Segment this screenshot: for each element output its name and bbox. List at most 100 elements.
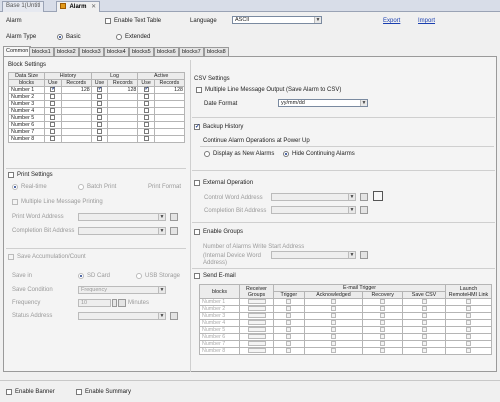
active-use-cell[interactable] [137,93,155,101]
save-csv-checkbox[interactable] [421,320,427,326]
color-swatch[interactable] [373,191,383,201]
language-select[interactable]: ASCII ▼ [232,16,322,24]
trigger-checkbox[interactable] [286,334,292,340]
log-records-cell[interactable]: 128 [107,86,139,94]
status-address-select[interactable]: ▼ [78,312,166,320]
tab-common[interactable]: Common [3,46,32,56]
external-operation-checkbox[interactable] [194,180,200,186]
active-records-cell[interactable] [153,107,186,115]
history-records-cell[interactable] [60,114,92,122]
print-word-address-select[interactable]: ▼ [78,213,166,221]
log-records-cell[interactable] [107,93,139,101]
enable-text-table-checkbox[interactable] [105,18,111,24]
recovery-checkbox[interactable] [380,313,386,319]
enable-summary-checkbox[interactable] [76,389,82,395]
active-use-checkbox[interactable] [143,122,149,128]
address-picker-button[interactable] [360,251,368,259]
receiver-groups-select[interactable] [247,334,266,340]
frequency-input[interactable]: 10 [78,299,111,307]
recovery-checkbox[interactable] [380,299,386,305]
save-csv-cell[interactable] [402,340,446,348]
trigger-checkbox[interactable] [286,306,292,312]
external-completion-bit-select[interactable]: ▼ [271,206,356,214]
log-use-cell[interactable] [90,107,109,115]
launch-remotehmi-checkbox[interactable] [466,313,471,319]
active-use-checkbox[interactable] [143,108,149,114]
receiver-groups-select[interactable] [247,341,266,347]
acknowledged-checkbox[interactable] [330,306,336,312]
log-use-cell[interactable] [90,121,109,129]
launch-remotehmi-checkbox[interactable] [466,348,471,354]
backup-history-checkbox[interactable] [194,123,200,130]
active-use-checkbox[interactable] [143,129,149,135]
trigger-cell[interactable] [273,312,305,320]
launch-remotehmi-checkbox[interactable] [466,306,471,312]
active-use-cell[interactable] [137,100,155,108]
save-csv-checkbox[interactable] [421,327,427,333]
launch-remotehmi-cell[interactable] [445,347,492,355]
keypad-icon[interactable] [118,299,126,307]
history-use-checkbox[interactable] [50,94,56,100]
acknowledged-cell[interactable] [303,333,364,341]
acknowledged-cell[interactable] [303,312,364,320]
save-csv-checkbox[interactable] [421,299,427,305]
address-picker-button[interactable] [170,312,178,320]
tab-blocks8[interactable]: blocks8 [204,47,229,56]
log-use-checkbox[interactable] [96,86,102,93]
save-csv-cell[interactable] [402,347,446,355]
recovery-cell[interactable] [362,340,404,348]
acknowledged-cell[interactable] [303,340,364,348]
active-use-checkbox[interactable] [143,94,149,100]
history-records-cell[interactable]: 128 [60,86,92,94]
log-use-cell[interactable] [90,135,109,143]
multiple-line-output-checkbox[interactable] [196,87,202,93]
log-use-checkbox[interactable] [96,94,102,100]
display-new-alarms-radio[interactable] [204,151,210,157]
history-use-checkbox[interactable] [50,115,56,121]
usb-storage-radio[interactable] [136,273,142,279]
save-csv-checkbox[interactable] [421,341,427,347]
history-records-cell[interactable] [60,135,92,143]
log-records-cell[interactable] [107,107,139,115]
active-use-cell[interactable] [137,86,155,94]
trigger-cell[interactable] [273,319,305,327]
active-use-checkbox[interactable] [143,115,149,121]
extended-radio[interactable] [116,34,122,40]
active-use-checkbox[interactable] [143,86,149,93]
log-records-cell[interactable] [107,128,139,136]
save-csv-cell[interactable] [402,326,446,334]
history-use-checkbox[interactable] [50,108,56,114]
acknowledged-checkbox[interactable] [330,348,336,354]
history-records-cell[interactable] [60,107,92,115]
history-records-cell[interactable] [60,93,92,101]
receiver-groups-select[interactable] [247,348,266,354]
active-records-cell[interactable] [153,93,186,101]
tab-blocks1[interactable]: blocks1 [29,47,54,56]
acknowledged-cell[interactable] [303,319,364,327]
launch-remotehmi-cell[interactable] [445,333,492,341]
history-records-cell[interactable] [60,128,92,136]
enable-banner-checkbox[interactable] [6,389,12,395]
history-use-checkbox[interactable] [50,86,56,93]
receiver-groups-cell[interactable] [239,312,274,320]
export-link[interactable]: Export [383,18,400,24]
acknowledged-cell[interactable] [303,347,364,355]
history-use-cell[interactable] [44,114,62,122]
alarm-count-address-select[interactable]: ▼ [271,251,356,259]
save-csv-cell[interactable] [402,298,446,306]
launch-remotehmi-cell[interactable] [445,340,492,348]
enable-groups-checkbox[interactable] [194,229,200,235]
recovery-checkbox[interactable] [380,306,386,312]
frequency-spinner[interactable] [112,299,117,307]
history-use-checkbox[interactable] [50,101,56,107]
log-use-checkbox[interactable] [96,108,102,114]
launch-remotehmi-cell[interactable] [445,312,492,320]
active-records-cell[interactable] [153,100,186,108]
trigger-cell[interactable] [273,333,305,341]
acknowledged-cell[interactable] [303,298,364,306]
control-word-address-select[interactable]: ▼ [271,193,356,201]
save-csv-cell[interactable] [402,305,446,313]
receiver-groups-select[interactable] [247,327,266,333]
log-records-cell[interactable] [107,100,139,108]
log-use-cell[interactable] [90,128,109,136]
